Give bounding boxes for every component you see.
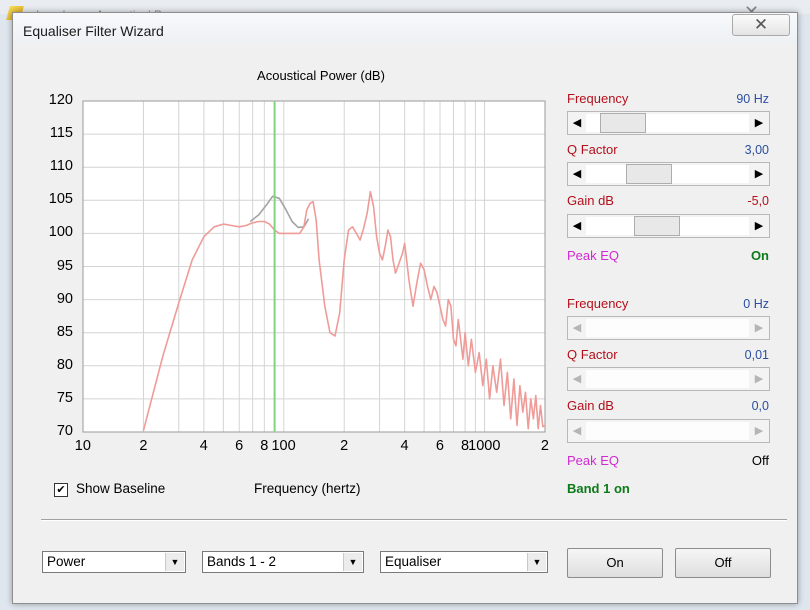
arrow-left-icon[interactable]: ◀ xyxy=(569,218,585,234)
off-button[interactable]: Off xyxy=(675,548,771,578)
arrow-right-icon: ▶ xyxy=(754,373,764,385)
band2-frequency-label: Frequency xyxy=(567,296,629,311)
band1-gain-slider[interactable]: ◀ ▶ xyxy=(567,214,770,238)
band1-q-value: 3,00 xyxy=(744,143,769,157)
arrow-left-icon: ◀ xyxy=(572,373,582,385)
band2-q-value: 0,01 xyxy=(744,348,769,362)
band2-mode-label: Peak EQ xyxy=(567,453,620,468)
band1-q-slider[interactable]: ◀ ▶ xyxy=(567,162,770,186)
band1-state: On xyxy=(750,248,769,263)
arrow-right-icon: ▶ xyxy=(754,425,764,437)
chevron-down-icon[interactable]: ▼ xyxy=(343,553,362,571)
arrow-right-icon[interactable]: ▶ xyxy=(751,115,767,131)
arrow-left-icon: ◀ xyxy=(572,425,582,437)
band2-q-slider: ◀ ▶ xyxy=(567,367,770,391)
band2-gain-value: 0,0 xyxy=(751,399,769,413)
chevron-down-icon[interactable]: ▼ xyxy=(527,553,546,571)
band2-frequency-slider: ◀ ▶ xyxy=(567,316,770,340)
band1-gain-value: -5,0 xyxy=(747,194,769,208)
band1-frequency-value: 90 Hz xyxy=(736,92,769,106)
band1-frequency-slider[interactable]: ◀ ▶ xyxy=(567,111,770,135)
on-button[interactable]: On xyxy=(567,548,663,578)
show-baseline-checkbox[interactable]: ✔ xyxy=(54,483,68,497)
slider-track xyxy=(586,422,749,440)
chevron-down-icon[interactable]: ▼ xyxy=(165,553,184,571)
title-bar: Equaliser Filter Wizard ✕ xyxy=(13,13,797,43)
close-button[interactable]: ✕ xyxy=(732,14,790,36)
type-combo-value: Equaliser xyxy=(385,554,442,569)
chart-plot xyxy=(82,100,546,433)
slider-track xyxy=(586,319,749,337)
type-combo[interactable]: Equaliser ▼ xyxy=(380,551,548,573)
band1-gain-label: Gain dB xyxy=(567,193,614,208)
band2-gain-label: Gain dB xyxy=(567,398,614,413)
bands-combo[interactable]: Bands 1 - 2 ▼ xyxy=(202,551,364,573)
slider-thumb[interactable] xyxy=(625,164,672,184)
bands-combo-value: Bands 1 - 2 xyxy=(207,554,277,569)
band2-q-label: Q Factor xyxy=(567,347,618,362)
mode-combo-value: Power xyxy=(47,554,86,569)
band2-frequency-value: 0 Hz xyxy=(743,297,769,311)
arrow-left-icon[interactable]: ◀ xyxy=(569,166,585,182)
arrow-left-icon: ◀ xyxy=(572,322,582,334)
slider-track xyxy=(586,370,749,388)
frequency-response-chart: Acoustical Power (dB) 120 115 110 105 100 95 9… xyxy=(21,43,576,483)
mode-combo[interactable]: Power ▼ xyxy=(42,551,186,573)
band1-frequency-label: Frequency xyxy=(567,91,629,106)
band1-mode-label: Peak EQ xyxy=(567,248,620,263)
show-baseline-label[interactable]: Show Baseline xyxy=(76,481,165,496)
band-status: Band 1 on xyxy=(567,481,630,496)
arrow-right-icon: ▶ xyxy=(754,322,764,334)
arrow-right-icon[interactable]: ▶ xyxy=(751,218,767,234)
band2-state: Off xyxy=(751,453,769,468)
slider-thumb[interactable] xyxy=(633,216,680,236)
slider-thumb[interactable] xyxy=(600,113,647,133)
dialog-client: Acoustical Power (dB) 120 115 110 105 100 95 9… xyxy=(21,43,789,597)
dialog-title: Equaliser Filter Wizard xyxy=(23,23,164,39)
band2-gain-slider: ◀ ▶ xyxy=(567,419,770,443)
arrow-right-icon[interactable]: ▶ xyxy=(751,166,767,182)
divider xyxy=(41,519,787,521)
x-axis-label: Frequency (hertz) xyxy=(254,481,361,496)
equaliser-dialog: Equaliser Filter Wizard ✕ Acoustical Pow… xyxy=(12,12,798,604)
arrow-left-icon[interactable]: ◀ xyxy=(569,115,585,131)
band1-q-label: Q Factor xyxy=(567,142,618,157)
